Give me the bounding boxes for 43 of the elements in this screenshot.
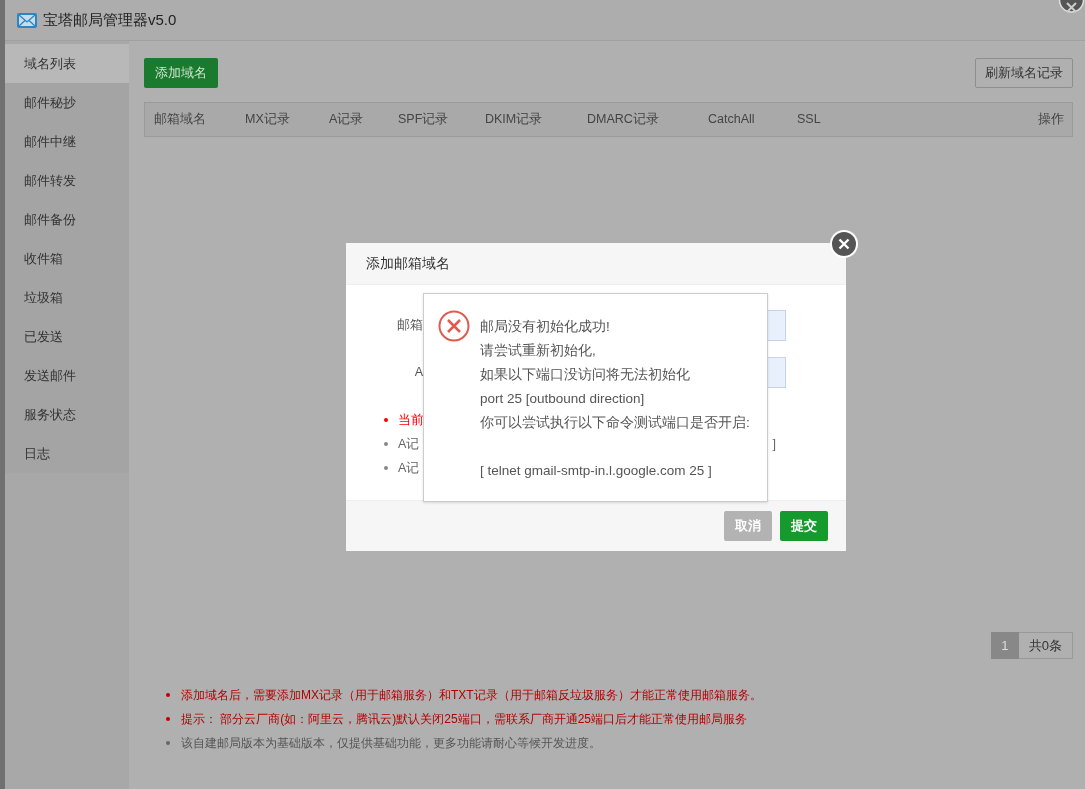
sidebar-item[interactable]: 邮件秘抄	[5, 83, 129, 122]
sidebar-item[interactable]: 日志	[5, 434, 129, 473]
dialog-title: 添加邮箱域名	[366, 254, 450, 273]
column-header: 操作	[1037, 111, 1064, 129]
sidebar-item[interactable]: 垃圾箱	[5, 278, 129, 317]
refresh-records-button[interactable]: 刷新域名记录	[975, 57, 1073, 88]
add-domain-button[interactable]: 添加域名	[144, 57, 218, 88]
alert-text: 你可以尝试执行以下命令测试端口是否开启:	[480, 414, 750, 432]
window-title: 宝塔邮局管理器v5.0	[43, 9, 177, 30]
envelope-icon	[17, 12, 37, 28]
field-label: 邮箱	[396, 317, 423, 335]
column-header: SSL	[797, 111, 822, 129]
sidebar-item[interactable]: 收件箱	[5, 239, 129, 278]
column-header: SPF记录	[398, 111, 450, 129]
column-header: A记录	[329, 111, 365, 129]
alert-text: 请尝试重新初始化,	[480, 342, 597, 360]
column-header: DKIM记录	[485, 111, 544, 129]
note-text: 添加域名后，需要添加MX记录（用于邮箱服务）和TXT记录（用于邮箱反垃圾服务）才能正常使用邮箱服务。	[181, 687, 762, 704]
sidebar-item[interactable]: 邮件中继	[5, 122, 129, 161]
column-header: DMARC记录	[587, 111, 660, 129]
column-header: MX记录	[245, 111, 291, 129]
field-label: A	[413, 364, 423, 382]
alert-text: 如果以下端口没访问将无法初始化	[480, 366, 691, 384]
column-header: 邮箱域名	[154, 111, 207, 129]
dialog-note: 当前	[398, 411, 424, 429]
command-text: [ telnet gmail-smtp-in.l.google.com 25 ]	[480, 462, 713, 480]
sidebar-item[interactable]: 邮件转发	[5, 161, 129, 200]
sidebar-item[interactable]: 已发送	[5, 317, 129, 356]
dialog-note-end: ]	[772, 435, 776, 453]
sidebar-item[interactable]: 域名列表	[5, 44, 129, 83]
column-header: CatchAll	[708, 111, 756, 129]
total-count: 共0条	[1018, 632, 1073, 659]
submit-button[interactable]: 提交	[780, 511, 828, 541]
sidebar-item[interactable]: 服务状态	[5, 395, 129, 434]
alert-text: 邮局没有初始化成功!	[480, 318, 611, 336]
sidebar-item[interactable]: 邮件备份	[5, 200, 129, 239]
sidebar-item[interactable]: 发送邮件	[5, 356, 129, 395]
note-text: 该自建邮局版本为基础版本，仅提供基础功能，更多功能请耐心等候开发进度。	[181, 735, 601, 752]
dialog-note: A记	[398, 435, 420, 453]
error-icon	[438, 310, 470, 342]
note-text: 提示： 部分云厂商(如：阿里云，腾讯云)默认关闭25端口，需联系厂商开通25端口后才能正常使用邮局服务	[181, 711, 748, 728]
alert-text: port 25 [outbound direction]	[480, 390, 646, 408]
dialog-note: A记	[398, 459, 420, 477]
